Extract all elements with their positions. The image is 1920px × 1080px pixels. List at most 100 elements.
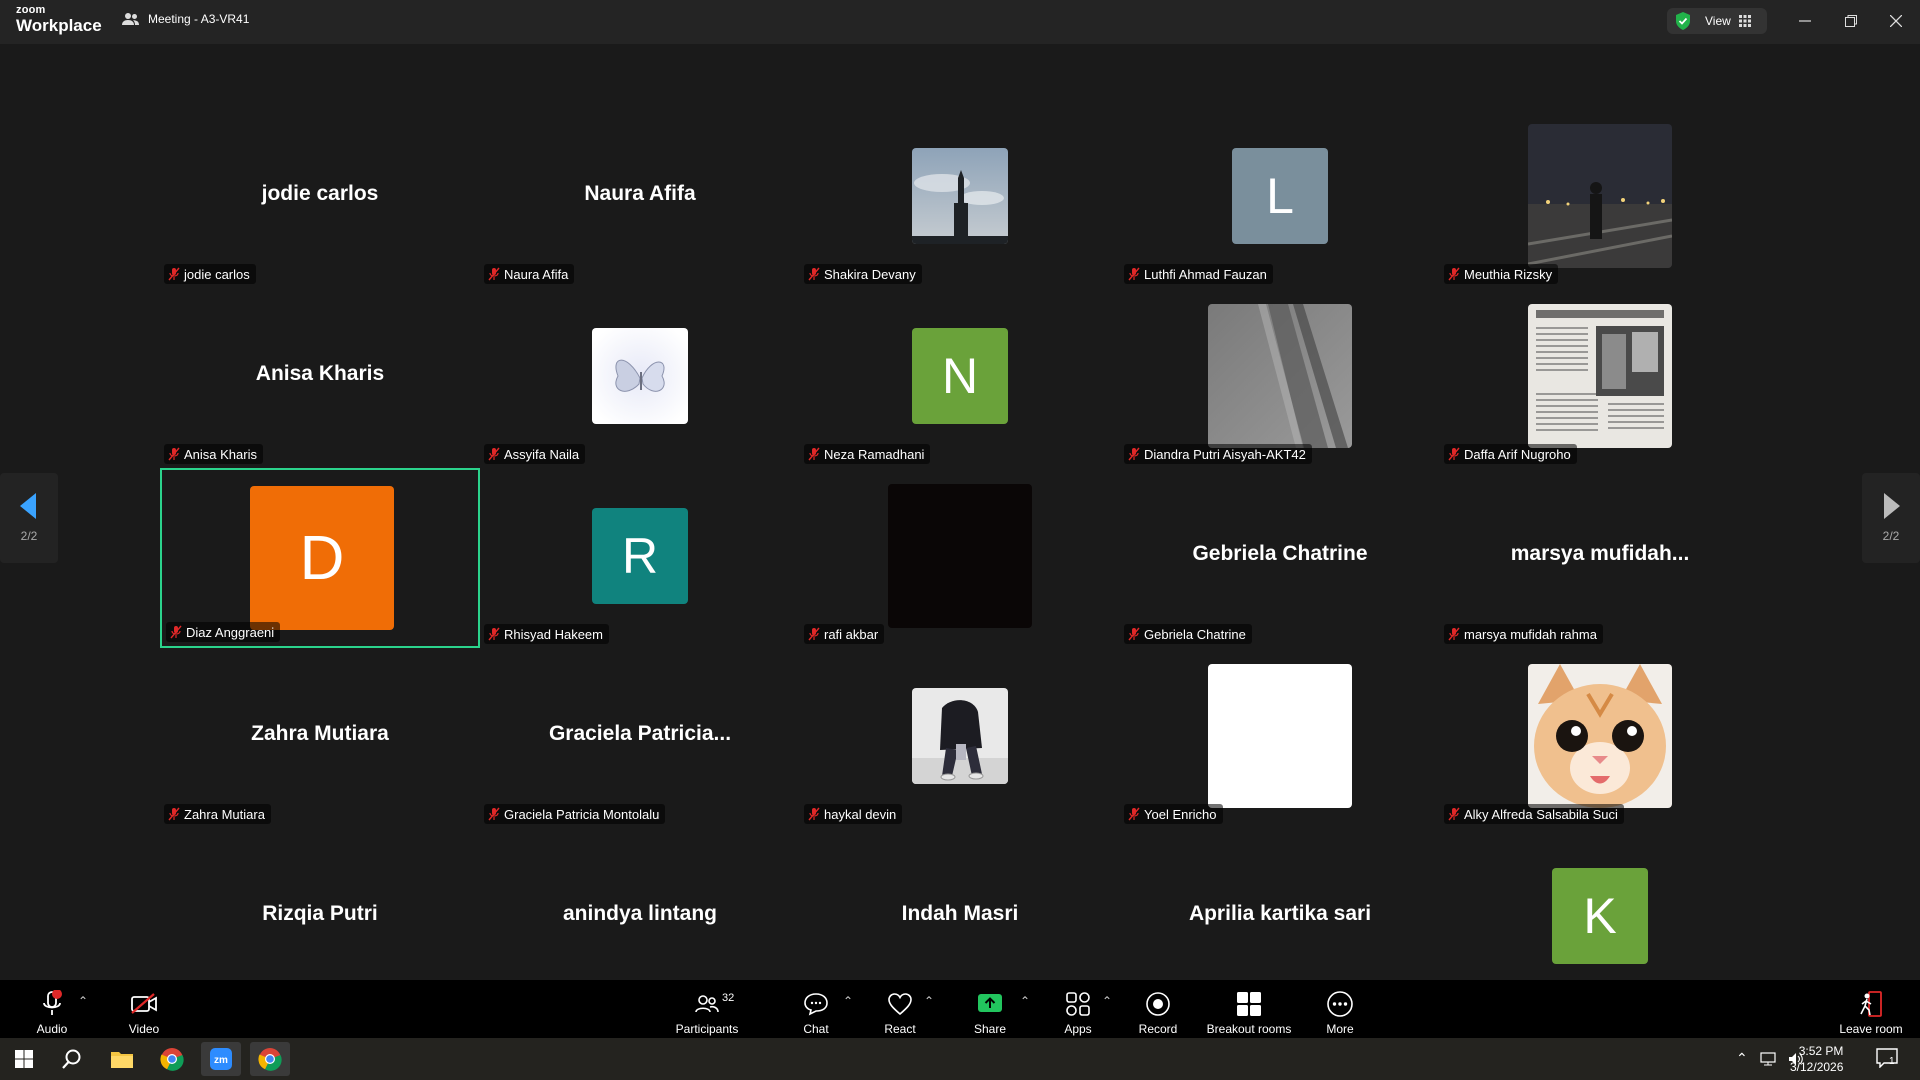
- apps-icon: [1066, 992, 1090, 1016]
- participant-tile[interactable]: Meuthia Rizsky: [1440, 108, 1760, 288]
- participant-tile[interactable]: Gebriela Chatrine Gebriela Chatrine: [1120, 468, 1440, 648]
- participant-tile[interactable]: Diandra Putri Aisyah-AKT42: [1120, 288, 1440, 468]
- zoom-app-icon: zm: [210, 1048, 232, 1070]
- chat-button[interactable]: Chat: [796, 984, 836, 1036]
- participant-name-tag: rafi akbar: [804, 624, 885, 644]
- show-hidden-icons-caret[interactable]: ⌃: [1736, 1050, 1748, 1067]
- breakout-rooms-button[interactable]: Breakout rooms: [1204, 984, 1294, 1036]
- file-explorer-button[interactable]: [102, 1042, 142, 1076]
- avatar-photo-sky-tower: [912, 148, 1008, 244]
- mic-muted-icon: [488, 627, 500, 641]
- react-button[interactable]: React: [880, 984, 920, 1036]
- next-page-button[interactable]: 2/2: [1862, 473, 1920, 563]
- participants-label: Participants: [675, 1022, 739, 1036]
- mic-muted-icon: [1128, 807, 1140, 821]
- participant-display-name: marsya mufidah...: [1510, 542, 1690, 565]
- participants-icon: [695, 995, 719, 1013]
- participant-name-tag: Diaz Anggraeni: [166, 622, 281, 642]
- video-button[interactable]: Video: [122, 984, 166, 1036]
- audio-options-caret[interactable]: ⌃: [78, 994, 88, 1008]
- participant-name: Luthfi Ahmad Fauzan: [1144, 266, 1267, 282]
- close-button[interactable]: [1881, 8, 1911, 34]
- mic-muted-icon: [1448, 447, 1460, 461]
- prev-page-button[interactable]: 2/2: [0, 473, 58, 563]
- mic-muted-icon: [1128, 627, 1140, 641]
- participant-name-tag: Daffa Arif Nugroho: [1444, 444, 1577, 464]
- participant-name-tag: marsya mufidah rahma: [1444, 624, 1603, 644]
- participant-tile[interactable]: Daffa Arif Nugroho: [1440, 288, 1760, 468]
- taskbar-clock[interactable]: 3:52 PM 3/12/2026: [1790, 1043, 1843, 1075]
- avatar-photo-grey-blur: [1208, 304, 1352, 448]
- leave-room-label: Leave room: [1839, 1022, 1903, 1036]
- search-button[interactable]: [52, 1042, 92, 1076]
- view-button[interactable]: View: [1667, 8, 1767, 34]
- video-grid: jodie carlos jodie carlos Naura Afifa Naura…: [0, 44, 1920, 1004]
- mic-muted-icon: [488, 267, 500, 281]
- participant-name-tag: Luthfi Ahmad Fauzan: [1124, 264, 1273, 284]
- mic-muted-icon: [808, 807, 820, 821]
- meeting-title[interactable]: Meeting - A3-VR41: [122, 12, 249, 26]
- participant-display-name: Indah Masri: [901, 902, 1019, 925]
- participant-tile[interactable]: Alky Alfreda Salsabila Suci: [1440, 648, 1760, 828]
- participant-tile[interactable]: marsya mufidah... marsya mufidah rahma: [1440, 468, 1760, 648]
- participant-display-name: Naura Afifa: [584, 182, 696, 205]
- share-options-caret[interactable]: ⌃: [1020, 994, 1030, 1008]
- mic-muted-icon: [1448, 807, 1460, 821]
- network-icon[interactable]: [1760, 1051, 1776, 1066]
- participant-tile[interactable]: jodie carlos jodie carlos: [160, 108, 480, 288]
- record-button[interactable]: Record: [1138, 984, 1178, 1036]
- folder-icon: [111, 1052, 133, 1068]
- svg-text:zm: zm: [214, 1055, 228, 1066]
- start-button[interactable]: [4, 1042, 44, 1076]
- participant-tile[interactable]: Anisa Kharis Anisa Kharis: [160, 288, 480, 468]
- participant-display-name: Zahra Mutiara: [251, 722, 389, 745]
- participant-name: Rhisyad Hakeem: [504, 626, 603, 642]
- breakout-rooms-icon: [1237, 992, 1261, 1016]
- participant-tile[interactable]: D Diaz Anggraeni: [160, 468, 480, 648]
- participant-tile[interactable]: R Rhisyad Hakeem: [480, 468, 800, 648]
- share-button[interactable]: Share: [970, 984, 1010, 1036]
- leave-room-button[interactable]: Leave room: [1836, 984, 1906, 1036]
- avatar-letter: D: [250, 486, 394, 630]
- chrome-window-button[interactable]: [250, 1042, 290, 1076]
- participant-tile[interactable]: Shakira Devany: [800, 108, 1120, 288]
- participant-name: haykal devin: [824, 806, 897, 822]
- mic-muted-icon: [168, 807, 180, 821]
- react-options-caret[interactable]: ⌃: [924, 994, 934, 1008]
- minimize-icon: [1799, 20, 1811, 22]
- meeting-title-text: Meeting - A3-VR41: [148, 12, 250, 26]
- apps-options-caret[interactable]: ⌃: [1102, 994, 1112, 1008]
- participant-tile[interactable]: Naura Afifa Naura Afifa: [480, 108, 800, 288]
- zoom-taskbar-button[interactable]: zm: [201, 1042, 241, 1076]
- avatar-letter: R: [592, 508, 688, 604]
- record-icon: [1146, 992, 1170, 1016]
- audio-button[interactable]: Audio: [30, 984, 74, 1036]
- arrow-left-icon: [20, 493, 36, 519]
- participant-tile[interactable]: Assyifa Naila: [480, 288, 800, 468]
- participant-tile[interactable]: haykal devin: [800, 648, 1120, 828]
- participant-tile[interactable]: Yoel Enricho: [1120, 648, 1440, 828]
- participant-tile[interactable]: Graciela Patricia... Graciela Patricia Mo…: [480, 648, 800, 828]
- more-button[interactable]: More: [1320, 984, 1360, 1036]
- participant-name-tag: jodie carlos: [164, 264, 256, 284]
- participant-name-tag: Meuthia Rizsky: [1444, 264, 1559, 284]
- page-indicator-right: 2/2: [1882, 529, 1900, 543]
- mic-muted-icon: [488, 447, 500, 461]
- restore-button[interactable]: [1836, 8, 1866, 34]
- participant-name-tag: Anisa Kharis: [164, 444, 263, 464]
- participant-tile[interactable]: L Luthfi Ahmad Fauzan: [1120, 108, 1440, 288]
- page-indicator-left: 2/2: [20, 529, 38, 543]
- participant-tile[interactable]: rafi akbar: [800, 468, 1120, 648]
- participant-tile[interactable]: Zahra Mutiara Zahra Mutiara: [160, 648, 480, 828]
- chrome-button[interactable]: [152, 1042, 192, 1076]
- view-label: View: [1705, 14, 1731, 28]
- participant-name: Shakira Devany: [824, 266, 916, 282]
- chat-options-caret[interactable]: ⌃: [843, 994, 853, 1008]
- participant-tile[interactable]: N Neza Ramadhani: [800, 288, 1120, 468]
- minimize-button[interactable]: [1790, 8, 1820, 34]
- notifications-button[interactable]: 1: [1876, 1048, 1900, 1070]
- more-label: More: [1326, 1022, 1354, 1036]
- mic-muted-icon: [808, 267, 820, 281]
- apps-button[interactable]: Apps: [1058, 984, 1098, 1036]
- mic-muted-icon: [808, 627, 820, 641]
